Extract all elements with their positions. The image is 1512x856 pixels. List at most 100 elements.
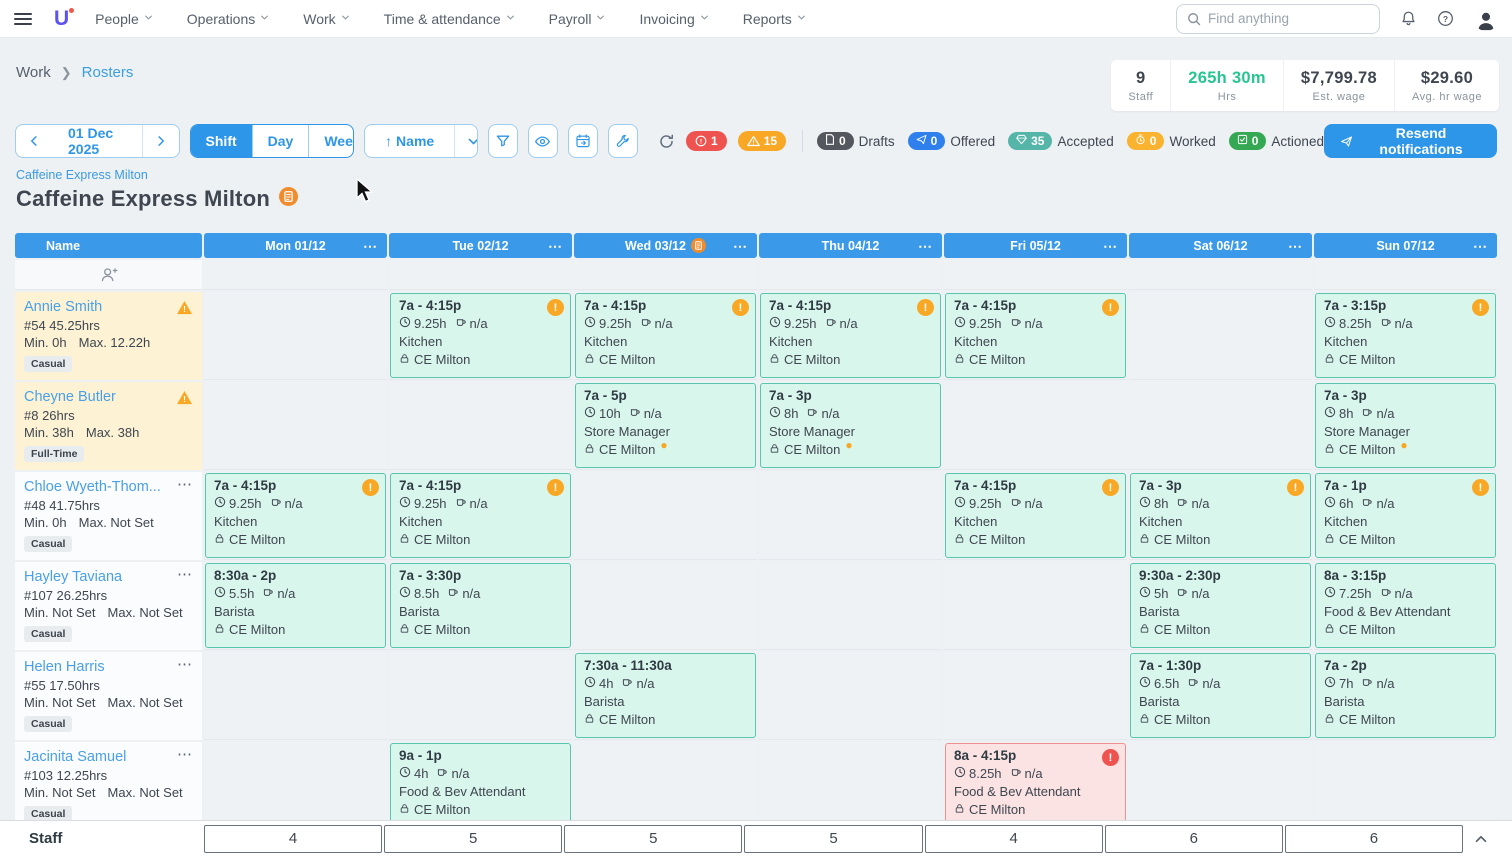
shift-card[interactable]: 9a - 1p4hn/aFood & Bev AttendantCE Milto…	[390, 743, 571, 820]
shift-location: CE Milton	[399, 532, 562, 547]
staff-menu-button[interactable]: ⋯	[177, 660, 193, 670]
venue-link[interactable]: Caffeine Express Milton	[16, 168, 298, 182]
shift-meta: 8.25hn/a	[954, 766, 1117, 781]
warning-count-pill[interactable]: ! 15	[738, 131, 786, 151]
shift-location: CE Milton	[1139, 712, 1302, 727]
view-toggle-week[interactable]: Week	[308, 125, 354, 157]
shift-card[interactable]: 7a - 1p6hn/aKitchenCE Milton!	[1315, 473, 1496, 558]
staff-menu-button[interactable]: ⋯	[177, 750, 193, 760]
shift-location: CE Milton	[399, 352, 562, 367]
menu-item-work[interactable]: Work	[303, 11, 349, 27]
shift-cell	[759, 562, 942, 650]
staff-row: Cheyne Butler!#8 26hrsMin. 38hMax. 38hFu…	[15, 382, 1497, 470]
staff-name-link[interactable]: Helen Harris	[24, 659, 105, 675]
staff-min-max: Min. 0hMax. 12.22h	[24, 335, 193, 352]
staff-menu-button[interactable]: ⋯	[177, 480, 193, 490]
collapse-footer-button[interactable]	[1465, 832, 1497, 846]
shift-card[interactable]: 7a - 1:30p6.5hn/aBaristaCE Milton	[1130, 653, 1311, 738]
shift-role: Kitchen	[399, 334, 562, 349]
shift-meta: 9.25hn/a	[954, 316, 1117, 331]
shift-card[interactable]: 8a - 4:15p8.25hn/aFood & Bev AttendantCE…	[945, 743, 1126, 820]
breadcrumb-work[interactable]: Work	[16, 64, 51, 81]
shift-card[interactable]: 7a - 3p8hn/aStore ManagerCE Milton●	[1315, 383, 1496, 468]
staff-name-link[interactable]: Chloe Wyeth-Thom...	[24, 479, 161, 495]
shift-warning-badge: !	[547, 479, 564, 496]
chevron-down-icon	[506, 13, 515, 25]
menu-item-label: Operations	[187, 11, 255, 27]
shift-card[interactable]: 7a - 4:15p9.25hn/aKitchenCE Milton!	[205, 473, 386, 558]
breadcrumb-rosters[interactable]: Rosters	[82, 64, 134, 81]
shift-location-name: CE Milton	[969, 802, 1025, 817]
menu-item-time-attendance[interactable]: Time & attendance	[384, 11, 515, 27]
shift-card[interactable]: 7a - 4:15p9.25hn/aKitchenCE Milton!	[760, 293, 941, 378]
shift-card[interactable]: 7a - 4:15p9.25hn/aKitchenCE Milton!	[945, 293, 1126, 378]
shift-cell: 8a - 3:15p7.25hn/aFood & Bev AttendantCE…	[1314, 562, 1497, 650]
send-icon	[1340, 134, 1353, 149]
copy-roster-button[interactable]	[568, 124, 598, 158]
shift-meta: 8.25hn/a	[1324, 316, 1487, 331]
view-toggle-day[interactable]: Day	[252, 125, 309, 157]
staff-menu-button[interactable]: ⋯	[177, 570, 193, 580]
global-search[interactable]	[1176, 4, 1380, 34]
shift-time: 9a - 1p	[399, 748, 562, 763]
shift-location-name: CE Milton	[1339, 442, 1395, 457]
app-logo[interactable]: U	[54, 7, 69, 31]
error-count-pill[interactable]: ! 1	[686, 131, 727, 151]
shift-card[interactable]: 9:30a - 2:30p5hn/aBaristaCE Milton	[1130, 563, 1311, 648]
prev-date-button[interactable]	[16, 125, 52, 157]
shift-cell: 7a - 4:15p9.25hn/aKitchenCE Milton!	[204, 472, 387, 560]
menu-item-invoicing[interactable]: Invoicing	[639, 11, 708, 27]
shift-card[interactable]: 7a - 3p8hn/aStore ManagerCE Milton●	[760, 383, 941, 468]
summary-stats: 9Staff265h 30mHrs$7,799.78Est. wage$29.6…	[1111, 60, 1499, 111]
break-icon	[1010, 766, 1022, 781]
shift-card[interactable]: 7a - 4:15p9.25hn/aKitchenCE Milton!	[390, 293, 571, 378]
next-date-button[interactable]	[142, 125, 179, 157]
refresh-icon[interactable]	[658, 133, 675, 150]
menu-item-label: People	[95, 11, 139, 27]
shift-card[interactable]: 7a - 3:30p8.5hn/aBaristaCE Milton	[390, 563, 571, 648]
break-icon	[1010, 496, 1022, 511]
shift-card[interactable]: 7a - 4:15p9.25hn/aKitchenCE Milton!	[945, 473, 1126, 558]
shift-card[interactable]: 7a - 2p7hn/aBaristaCE Milton	[1315, 653, 1496, 738]
view-toggle-shift[interactable]: Shift	[191, 125, 252, 157]
shift-card[interactable]: 7a - 4:15p9.25hn/aKitchenCE Milton!	[390, 473, 571, 558]
shift-location: CE Milton●	[769, 442, 932, 457]
shift-card[interactable]: 7a - 4:15p9.25hn/aKitchenCE Milton!	[575, 293, 756, 378]
staff-name-link[interactable]: Cheyne Butler	[24, 389, 116, 405]
notifications-bell-icon[interactable]	[1400, 10, 1417, 27]
menu-item-people[interactable]: People	[95, 11, 153, 27]
shift-card[interactable]: 7a - 3p8hn/aKitchenCE Milton!	[1130, 473, 1311, 558]
venue-note-icon[interactable]	[279, 187, 298, 211]
menu-item-operations[interactable]: Operations	[187, 11, 269, 27]
shift-card[interactable]: 7a - 5p10hn/aStore ManagerCE Milton●	[575, 383, 756, 468]
breadcrumb: Work ❯ Rosters	[16, 64, 133, 81]
clock-icon	[1324, 586, 1336, 601]
hamburger-menu-icon[interactable]	[14, 13, 32, 25]
view-options-button[interactable]	[528, 124, 558, 158]
shift-location-name: CE Milton	[414, 802, 470, 817]
status-label: Accepted	[1057, 134, 1113, 149]
menu-item-reports[interactable]: Reports	[743, 11, 806, 27]
filter-button[interactable]	[488, 124, 518, 158]
help-icon[interactable]: ?	[1437, 10, 1454, 27]
tools-button[interactable]	[608, 124, 638, 158]
user-avatar[interactable]	[1474, 7, 1498, 31]
menu-item-payroll[interactable]: Payroll	[549, 11, 606, 27]
day-header-label: Wed 03/12	[625, 239, 686, 253]
shift-card[interactable]: 8:30a - 2p5.5hn/aBaristaCE Milton	[205, 563, 386, 648]
break-icon	[1361, 676, 1373, 691]
day-note-icon	[691, 238, 706, 253]
staff-name-link[interactable]: Annie Smith	[24, 299, 102, 315]
shift-card[interactable]: 7:30a - 11:30a4hn/aBaristaCE Milton	[575, 653, 756, 738]
add-person-icon[interactable]	[99, 265, 118, 284]
date-label[interactable]: 01 Dec 2025	[52, 125, 142, 157]
staff-name-link[interactable]: Jacinita Samuel	[24, 749, 126, 765]
search-input[interactable]	[1208, 11, 1358, 26]
staff-name-link[interactable]: Hayley Taviana	[24, 569, 122, 585]
shift-role: Food & Bev Attendant	[1324, 604, 1487, 619]
resend-notifications-button[interactable]: Resend notifications	[1324, 124, 1497, 158]
shift-card[interactable]: 7a - 3:15p8.25hn/aKitchenCE Milton!	[1315, 293, 1496, 378]
sort-dropdown-button[interactable]	[454, 125, 477, 157]
shift-card[interactable]: 8a - 3:15p7.25hn/aFood & Bev AttendantCE…	[1315, 563, 1496, 648]
sort-by-name-button[interactable]: ↑ Name	[365, 125, 454, 157]
